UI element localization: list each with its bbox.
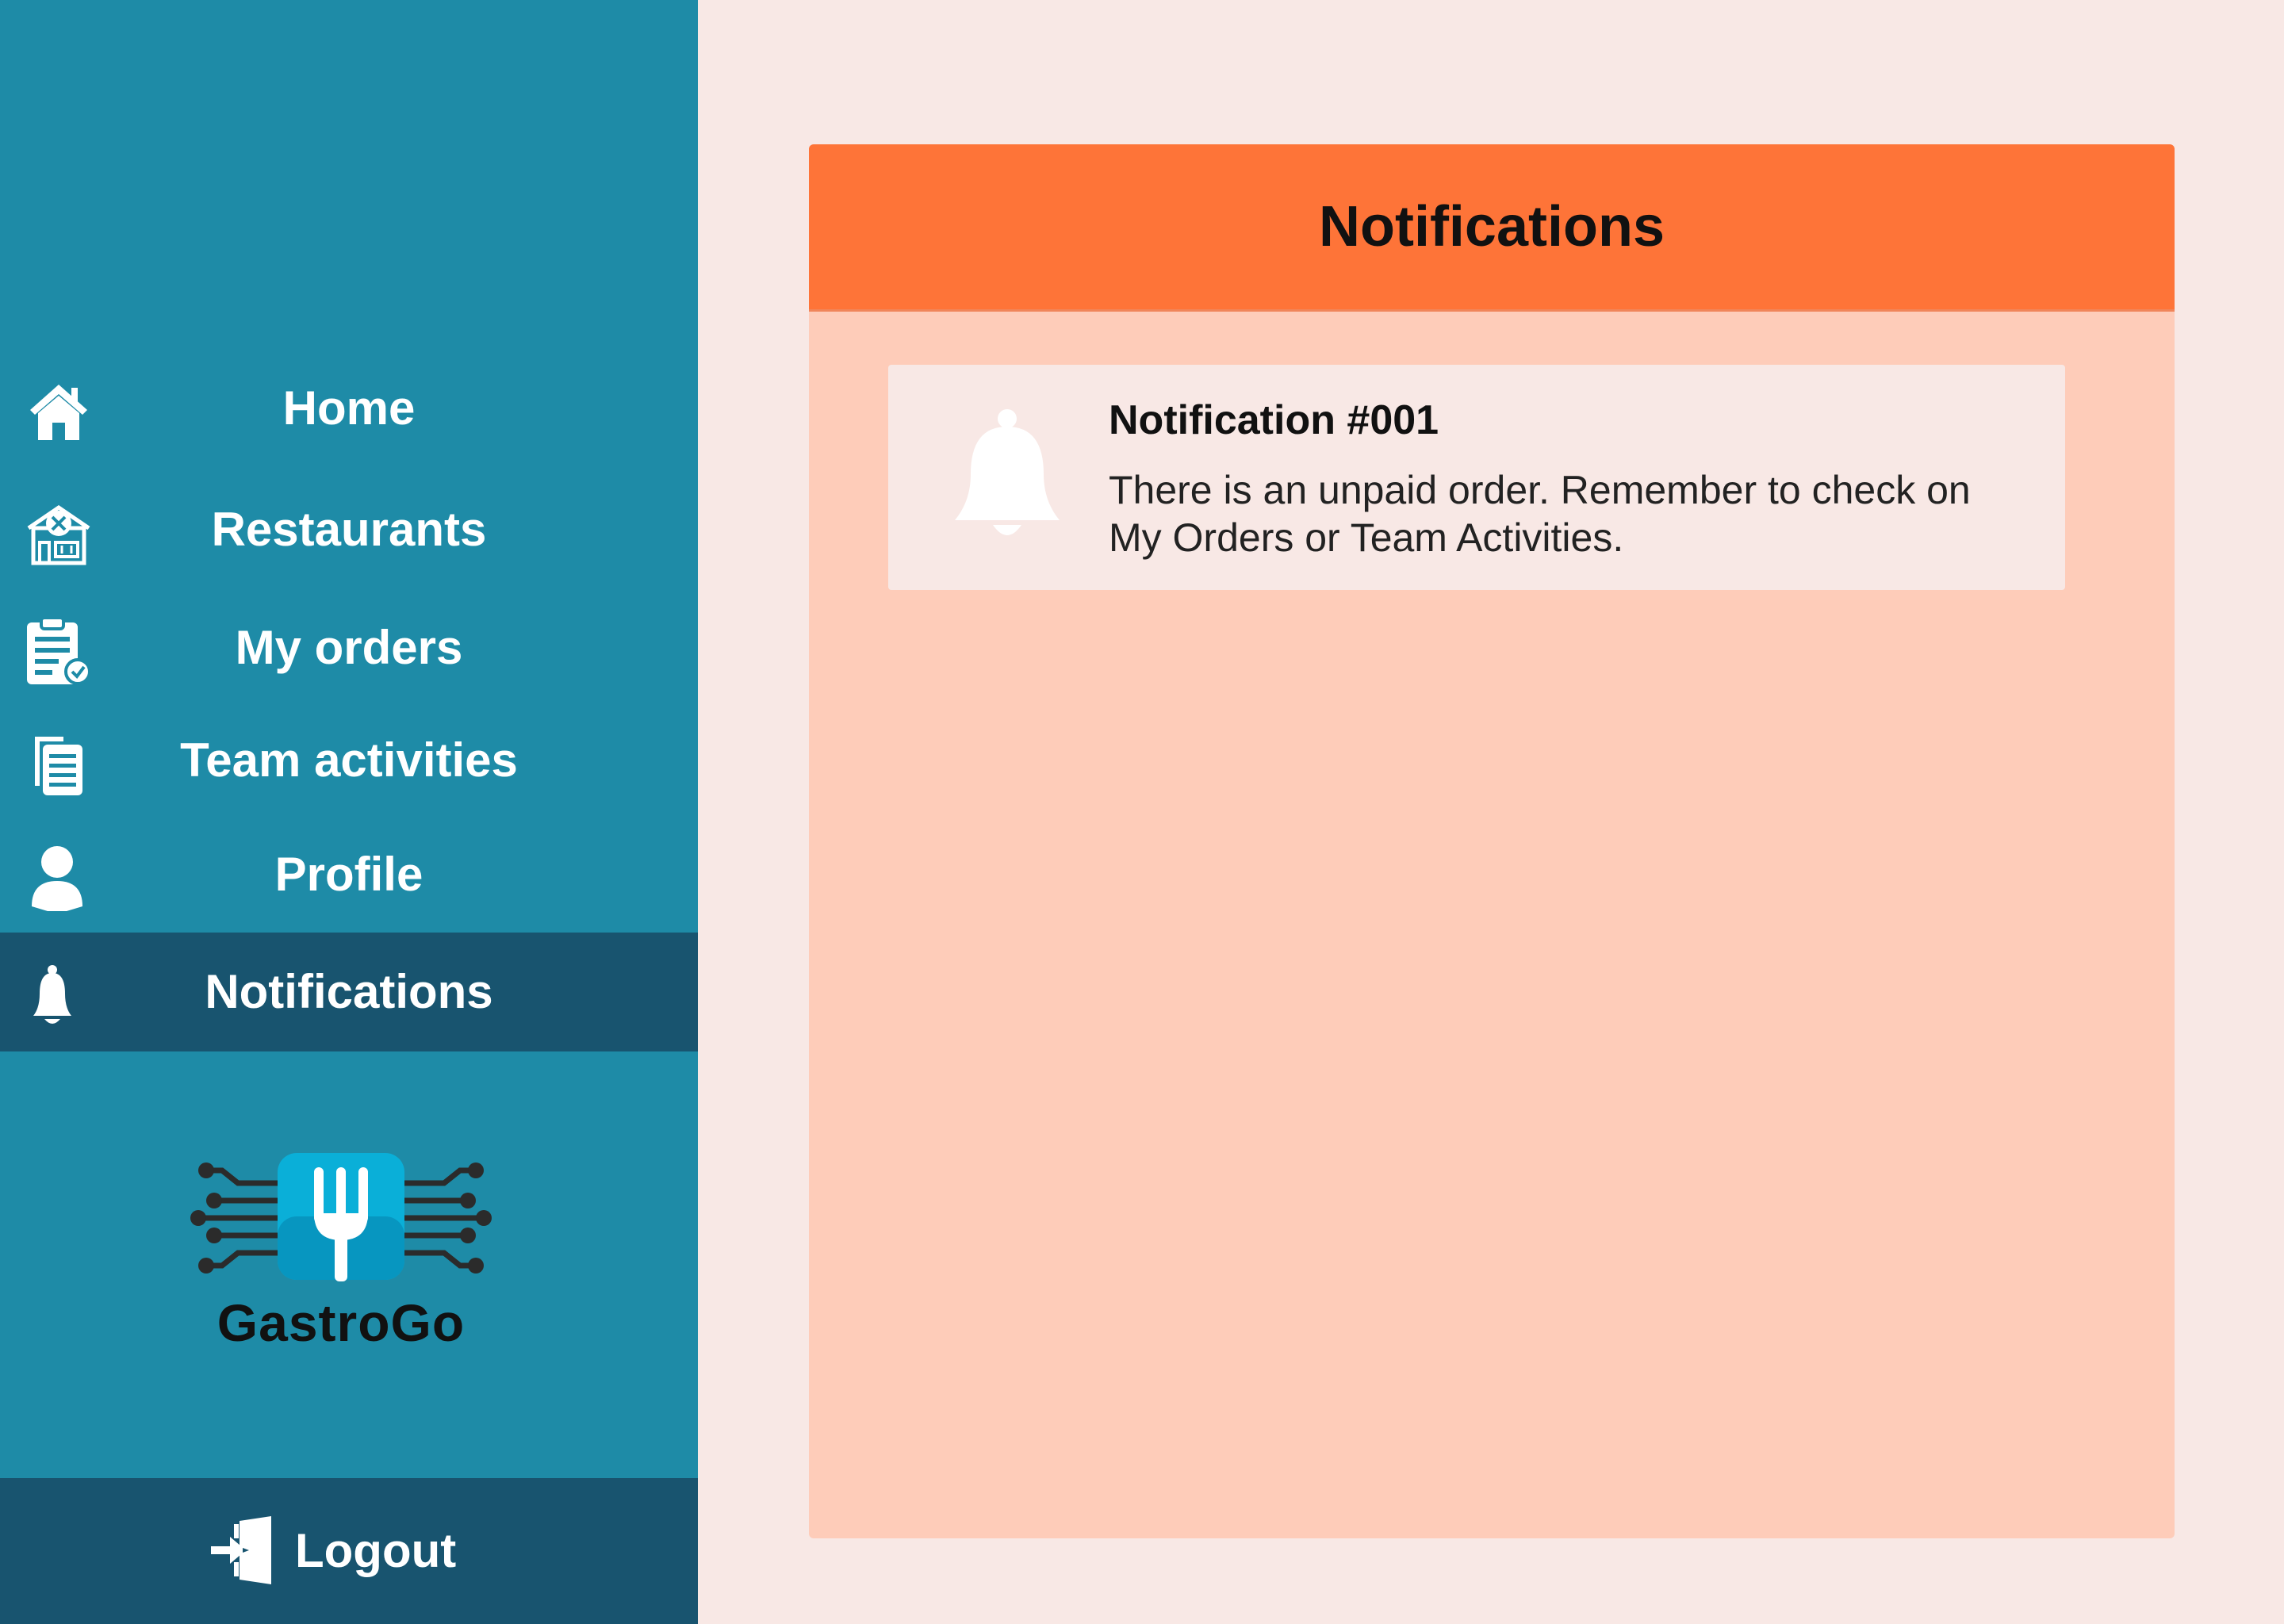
panel-header: Notifications (809, 144, 2175, 312)
logout-button[interactable]: Logout (0, 1478, 698, 1624)
bell-icon (22, 959, 95, 1032)
sidebar-item-label: Restaurants (211, 503, 487, 556)
sidebar-item-label: Notifications (205, 965, 493, 1018)
sidebar-item-label: Home (282, 381, 416, 435)
notification-card[interactable]: Notification #001 There is an unpaid ord… (888, 365, 2065, 590)
sidebar-item-home[interactable]: Home (0, 349, 698, 468)
bell-icon (952, 406, 1063, 549)
sidebar: Home Restaurants My orders Team activiti… (0, 0, 698, 1624)
restaurant-icon (22, 496, 95, 569)
sidebar-item-restaurants[interactable]: Restaurants (0, 470, 698, 589)
gastrogo-logo: GastroGo (190, 1142, 492, 1352)
sidebar-item-notifications[interactable]: Notifications (0, 933, 698, 1051)
sidebar-item-label: Profile (274, 848, 423, 901)
sidebar-item-my-orders[interactable]: My orders (0, 588, 698, 707)
logout-icon (208, 1515, 279, 1586)
logo-text: GastroGo (217, 1293, 466, 1352)
home-icon (22, 375, 95, 448)
sidebar-item-label: Team activities (180, 733, 518, 787)
notification-title: Notification #001 (1109, 397, 1439, 443)
fork-chip-icon (190, 1153, 492, 1281)
clipboard-check-icon (22, 615, 95, 688)
user-icon (22, 841, 95, 914)
sidebar-item-team-activities[interactable]: Team activities (0, 701, 698, 820)
notifications-panel: Notifications Notification #001 There is… (809, 144, 2175, 1538)
page-title: Notifications (1318, 195, 1665, 259)
sidebar-item-label: My orders (235, 621, 463, 674)
documents-icon (22, 727, 95, 800)
sidebar-item-profile[interactable]: Profile (0, 815, 698, 934)
notification-message: There is an unpaid order. Remember to ch… (1109, 468, 1971, 560)
logout-label: Logout (295, 1524, 457, 1577)
